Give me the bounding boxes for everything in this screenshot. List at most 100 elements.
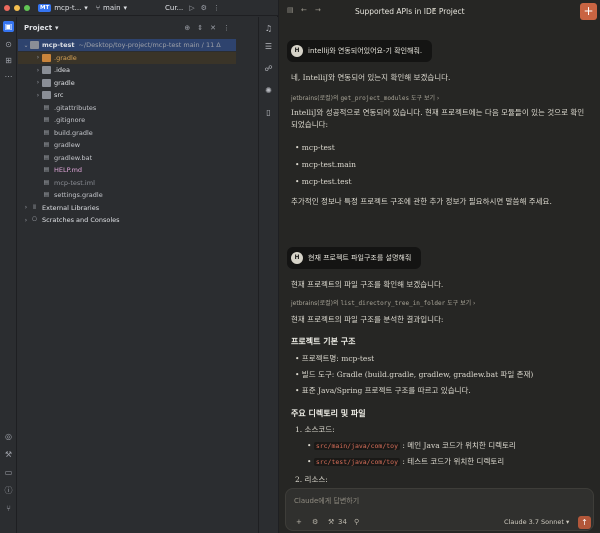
chevron-right-icon[interactable]: › xyxy=(22,217,30,224)
tree-item-label: gradle xyxy=(54,78,75,87)
run-icon[interactable]: ▷ xyxy=(189,4,194,12)
intellij-window: MT mcp-t... ▾ ⑂ main ▾ Cur... ▷ ⚙ ⋮ ▣ ⊙ … xyxy=(0,0,278,533)
folder-icon xyxy=(42,78,51,87)
right-tool-stripe: ♫ ☰ ☍ ✺ ▯ xyxy=(258,17,278,533)
folder-icon xyxy=(42,66,51,74)
tree-item[interactable]: › src xyxy=(18,89,236,101)
inline-code: src/main/java/com/toy xyxy=(313,442,400,450)
more-icon[interactable]: ⋮ xyxy=(213,4,220,12)
chevron-down-icon[interactable]: ▾ xyxy=(432,6,436,14)
run-config-selector[interactable]: Cur... xyxy=(165,4,183,12)
notifications-icon[interactable]: ♫ xyxy=(263,23,274,34)
tool-call-prefix: jetbrains(로컬)의 xyxy=(291,95,339,102)
commit-icon[interactable]: ⊙ xyxy=(3,39,14,50)
tree-item[interactable]: › .gradle xyxy=(18,51,236,64)
locate-icon[interactable]: ⊕ xyxy=(184,24,190,32)
tree-item-label: .idea xyxy=(54,66,70,74)
problems-icon[interactable]: ⓘ xyxy=(3,485,14,496)
tree-item[interactable]: ▤ mcp-test.iml xyxy=(18,177,236,189)
forward-icon[interactable]: → xyxy=(315,6,321,14)
new-chat-button[interactable]: + xyxy=(580,3,597,20)
project-badge: MT xyxy=(38,3,52,12)
project-folder-icon[interactable]: ▣ xyxy=(3,21,14,32)
tree-item[interactable]: ⌄ mcp-test ~/Desktop/toy-project/mcp-test… xyxy=(18,39,236,51)
list-item: • 빌드 도구: Gradle (build.gradle, gradlew, … xyxy=(295,370,534,379)
ai-assistant-icon[interactable]: ✺ xyxy=(263,85,274,96)
folder-icon xyxy=(30,41,39,49)
chevron-down-icon[interactable]: ▾ xyxy=(55,24,59,32)
tune-icon[interactable]: ⚙ xyxy=(312,518,318,526)
tree-item-label: HELP.md xyxy=(54,166,83,174)
tree-item[interactable]: ▤ HELP.md xyxy=(18,164,236,176)
tree-item-label: settings.gradle xyxy=(54,191,103,199)
branch-name: main xyxy=(103,3,121,12)
tree-item-path: ~/Desktop/toy-project/mcp-test main / 11… xyxy=(78,41,221,49)
tree-item[interactable]: ▤ settings.gradle xyxy=(18,189,236,201)
tool-count: 34 xyxy=(338,518,347,526)
database-icon[interactable]: ☰ xyxy=(263,41,274,52)
sidebar-toggle-icon[interactable]: ▤ xyxy=(287,6,294,14)
close-icon[interactable]: ✕ xyxy=(210,24,216,32)
close-window-button[interactable] xyxy=(4,4,10,11)
chevron-down-icon: ▾ xyxy=(84,3,88,12)
minimize-window-button[interactable] xyxy=(14,4,20,11)
branch-icon: ⑂ xyxy=(95,3,101,12)
tool-call-suffix: 도구 보기 xyxy=(447,300,472,307)
tool-call-summary[interactable]: jetbrains(로컬)의 list_directory_tree_in_fo… xyxy=(291,298,475,307)
conversation-title[interactable]: Supported APIs in IDE Project xyxy=(355,7,465,16)
chevron-right-icon[interactable]: › xyxy=(34,79,42,86)
assistant-paragraph: IntelliJ와 성공적으로 연동되어 있습니다. 현재 프로젝트에는 다음 … xyxy=(291,108,585,129)
claude-chat-window: ▤ ← → Supported APIs in IDE Project ▾ + … xyxy=(279,0,600,533)
chevron-down-icon[interactable]: ⌄ xyxy=(22,42,30,49)
services-icon[interactable]: ◎ xyxy=(3,431,14,442)
tree-item-label: mcp-test.iml xyxy=(54,178,95,187)
tree-item[interactable]: ▤ .gitattributes xyxy=(18,102,236,114)
tree-item-label: .gitattributes xyxy=(54,103,97,112)
tree-item[interactable]: › gradle xyxy=(18,77,236,89)
file-icon: ▤ xyxy=(43,128,50,136)
project-panel-title[interactable]: Project xyxy=(24,24,52,32)
chevron-right-icon[interactable]: › xyxy=(22,204,30,211)
add-attachment-icon[interactable]: + xyxy=(296,518,302,526)
list-item: • 표준 Java/Spring 프로젝트 구조를 따르고 있습니다. xyxy=(295,386,471,395)
branch-selector[interactable]: ⑂ main ▾ xyxy=(96,4,127,12)
collapse-icon[interactable]: ⇕ xyxy=(197,24,203,32)
build-icon[interactable]: ⚒ xyxy=(3,449,14,460)
send-button[interactable]: ↑ xyxy=(578,516,591,529)
tree-item[interactable]: ▤ build.gradle xyxy=(18,127,236,139)
tree-item-label: .gitignore xyxy=(54,116,86,124)
structure-icon[interactable]: ⊞ xyxy=(3,55,14,66)
tree-item[interactable]: › .idea xyxy=(18,64,236,76)
terminal-icon[interactable]: ▭ xyxy=(3,467,14,478)
back-icon[interactable]: ← xyxy=(301,6,307,14)
tree-item-label: External Libraries xyxy=(42,203,100,212)
tree-item-label: mcp-test xyxy=(42,41,75,49)
reply-input[interactable]: Claude에게 답변하기 xyxy=(294,496,359,506)
chevron-right-icon[interactable]: › xyxy=(34,67,42,74)
endpoints-icon[interactable]: ▯ xyxy=(263,107,274,118)
zoom-window-button[interactable] xyxy=(24,4,30,11)
settings-icon[interactable]: ⚙ xyxy=(201,4,207,12)
assistant-paragraph: 네, IntelliJ와 연동되어 있는지 확인해 보겠습니다. xyxy=(291,73,451,82)
gradle-icon[interactable]: ☍ xyxy=(263,63,274,74)
more-tools-icon[interactable]: ⋯ xyxy=(3,71,14,82)
tool-call-summary[interactable]: jetbrains(로컬)의 get_project_modules 도구 보기… xyxy=(291,93,439,102)
tree-item[interactable]: › ⫴ External Libraries xyxy=(18,202,236,214)
more-icon[interactable]: ⋮ xyxy=(223,24,230,32)
list-item: • src/main/java/com/toy : 메인 Java 코드가 위치… xyxy=(307,440,516,451)
tool-call-name: get_project_modules xyxy=(340,95,410,102)
tree-item[interactable]: ▤ gradlew.bat xyxy=(18,152,236,164)
integrations-icon[interactable]: ⚲ xyxy=(354,518,359,526)
user-message-text: intellij와 연동되어있어요-기 확인해줘. xyxy=(308,47,423,55)
list-item-desc: : 메인 Java 코드가 위치한 디렉토리 xyxy=(400,441,516,450)
git-icon[interactable]: ⑂ xyxy=(3,503,14,514)
model-selector[interactable]: Claude 3.7 Sonnet ▾ xyxy=(504,518,569,526)
tree-item[interactable]: ▤ .gitignore xyxy=(18,114,236,126)
chevron-right-icon[interactable]: › xyxy=(34,54,42,61)
chevron-right-icon[interactable]: › xyxy=(34,92,42,99)
tree-item[interactable]: › ⎔ Scratches and Consoles xyxy=(18,214,236,226)
tree-item[interactable]: ▤ gradlew xyxy=(18,139,236,151)
tools-icon[interactable]: ⚒ xyxy=(328,518,334,526)
project-selector[interactable]: MT mcp-t... ▾ xyxy=(38,3,88,12)
file-icon: ▤ xyxy=(43,178,50,186)
